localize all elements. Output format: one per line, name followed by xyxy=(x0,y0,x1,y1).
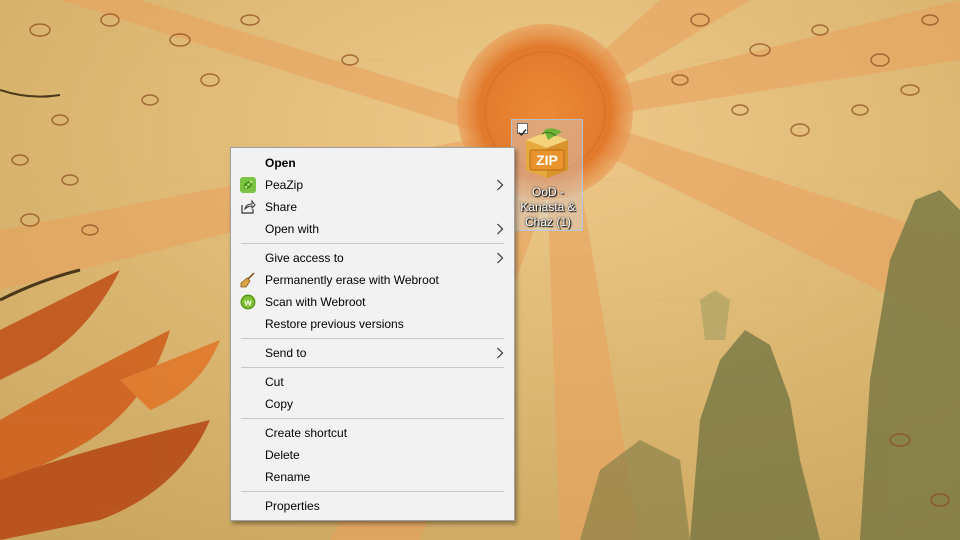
menu-item-share[interactable]: Share xyxy=(231,196,514,218)
chevron-right-icon xyxy=(497,347,504,359)
zip-archive-icon: ZIP xyxy=(526,128,568,178)
menu-item-label: Rename xyxy=(265,470,311,484)
menu-item-label: Send to xyxy=(265,346,307,360)
webroot-icon: w xyxy=(240,294,256,310)
menu-separator xyxy=(241,491,504,492)
menu-item-create-shortcut[interactable]: Create shortcut xyxy=(231,422,514,444)
menu-item-open[interactable]: Open xyxy=(231,152,514,174)
menu-item-label: Scan with Webroot xyxy=(265,295,366,309)
menu-item-label: PeaZip xyxy=(265,178,304,192)
desktop-file-icon[interactable]: ZIP OoD - Kanasta & Chaz (1) xyxy=(511,119,583,231)
menu-item-give-access[interactable]: Give access to xyxy=(231,247,514,269)
menu-item-scan-webroot[interactable]: w Scan with Webroot xyxy=(231,291,514,313)
desktop[interactable]: ZIP OoD - Kanasta & Chaz (1) Open PeaZip… xyxy=(0,0,960,540)
menu-item-copy[interactable]: Copy xyxy=(231,393,514,415)
menu-separator xyxy=(241,243,504,244)
menu-item-label: Copy xyxy=(265,397,294,411)
menu-item-peazip[interactable]: PeaZip xyxy=(231,174,514,196)
menu-separator xyxy=(241,418,504,419)
chevron-right-icon xyxy=(497,252,504,264)
desktop-file-label: OoD - Kanasta & Chaz (1) xyxy=(520,185,576,229)
menu-item-label: Open with xyxy=(265,222,320,236)
menu-item-permanently-erase[interactable]: Permanently erase with Webroot xyxy=(231,269,514,291)
menu-item-label: Share xyxy=(265,200,298,214)
chevron-right-icon xyxy=(497,223,504,235)
share-icon xyxy=(241,199,256,214)
menu-item-label: Cut xyxy=(265,375,284,389)
menu-separator xyxy=(241,338,504,339)
peazip-icon xyxy=(240,177,256,193)
menu-item-label: Give access to xyxy=(265,251,344,265)
menu-item-label: Open xyxy=(265,156,296,170)
menu-item-cut[interactable]: Cut xyxy=(231,371,514,393)
menu-item-restore-versions[interactable]: Restore previous versions xyxy=(231,313,514,335)
chevron-right-icon xyxy=(497,179,504,191)
menu-item-label: Properties xyxy=(265,499,320,513)
broom-icon xyxy=(240,272,255,288)
svg-text:w: w xyxy=(243,298,252,308)
menu-item-delete[interactable]: Delete xyxy=(231,444,514,466)
menu-item-send-to[interactable]: Send to xyxy=(231,342,514,364)
zip-badge-text: ZIP xyxy=(536,152,558,168)
menu-item-properties[interactable]: Properties xyxy=(231,495,514,517)
menu-item-label: Restore previous versions xyxy=(265,317,404,331)
menu-item-rename[interactable]: Rename xyxy=(231,466,514,488)
context-menu: Open PeaZip Share Open with Give access … xyxy=(230,147,515,521)
menu-item-open-with[interactable]: Open with xyxy=(231,218,514,240)
menu-item-label: Delete xyxy=(265,448,300,462)
menu-separator xyxy=(241,367,504,368)
menu-item-label: Permanently erase with Webroot xyxy=(265,273,439,287)
menu-item-label: Create shortcut xyxy=(265,426,348,440)
